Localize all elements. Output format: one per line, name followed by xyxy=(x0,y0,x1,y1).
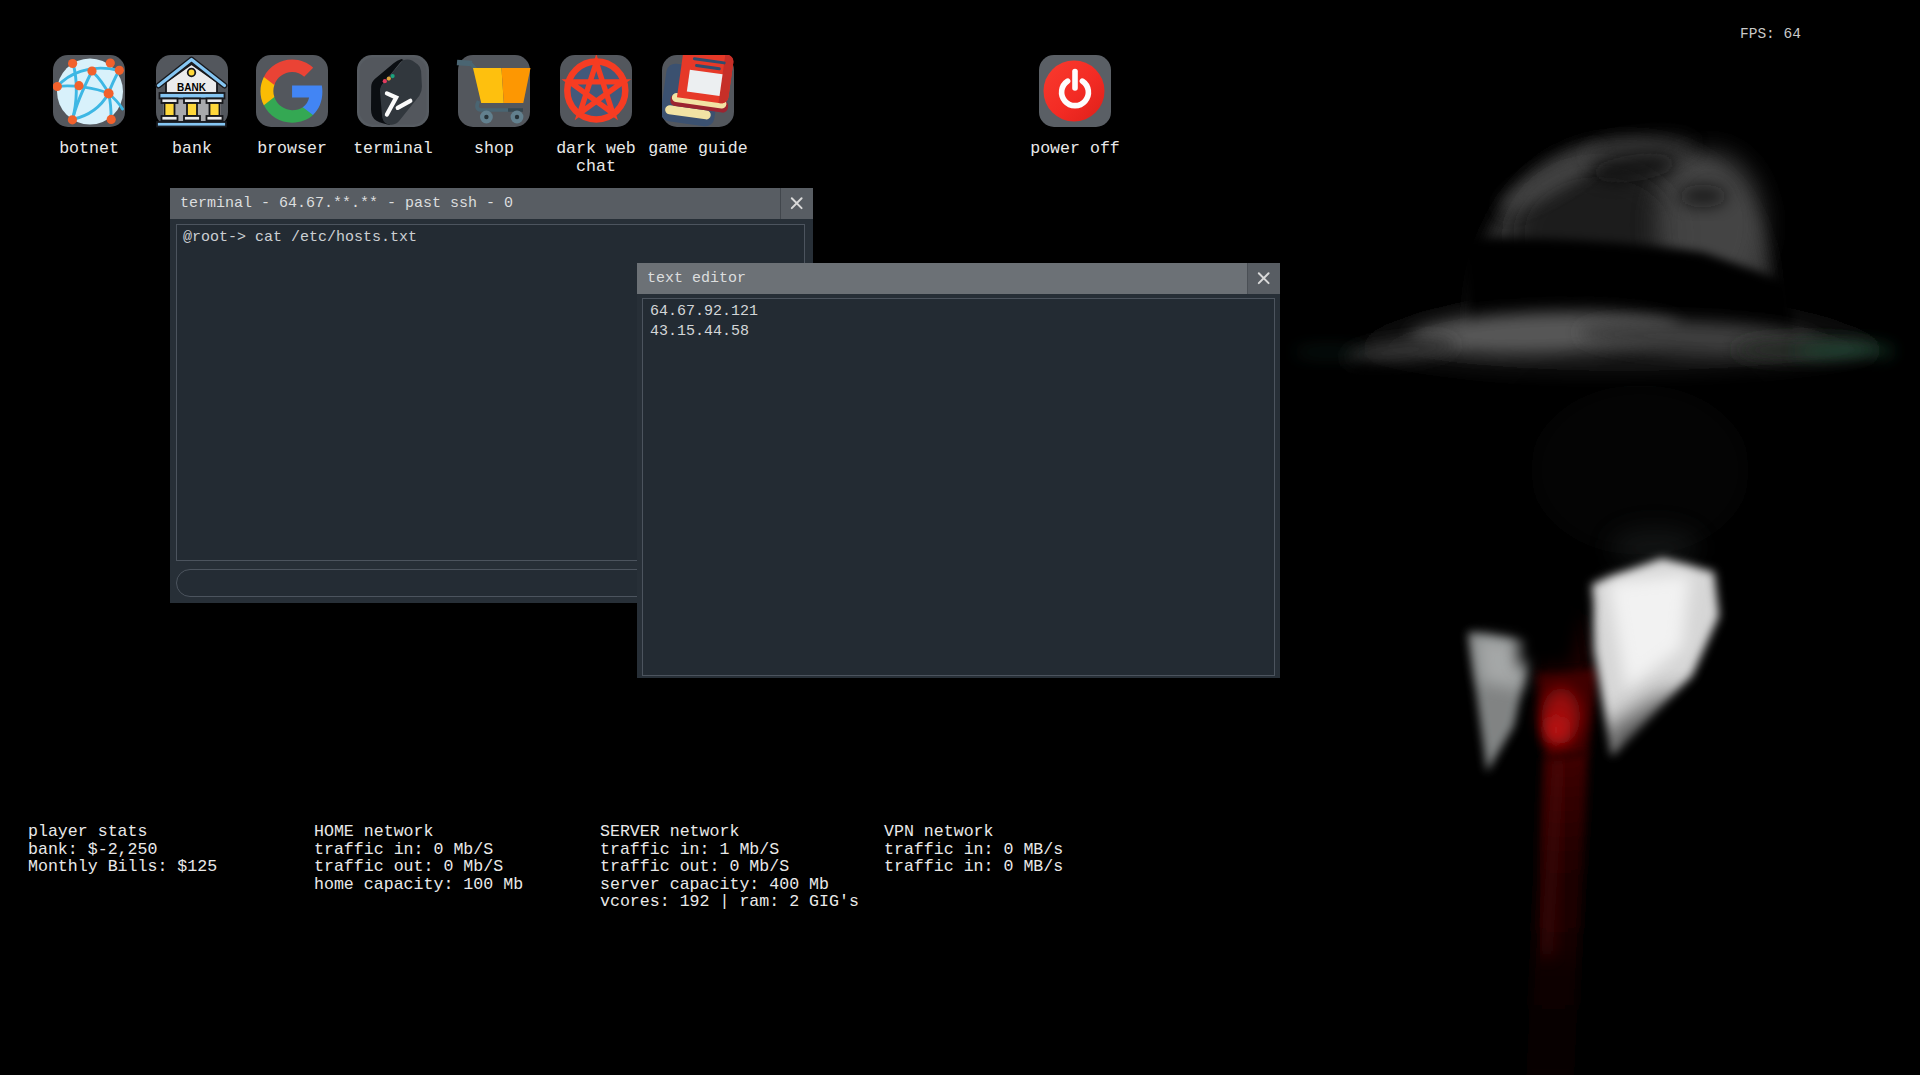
svg-text:BANK: BANK xyxy=(177,82,207,93)
